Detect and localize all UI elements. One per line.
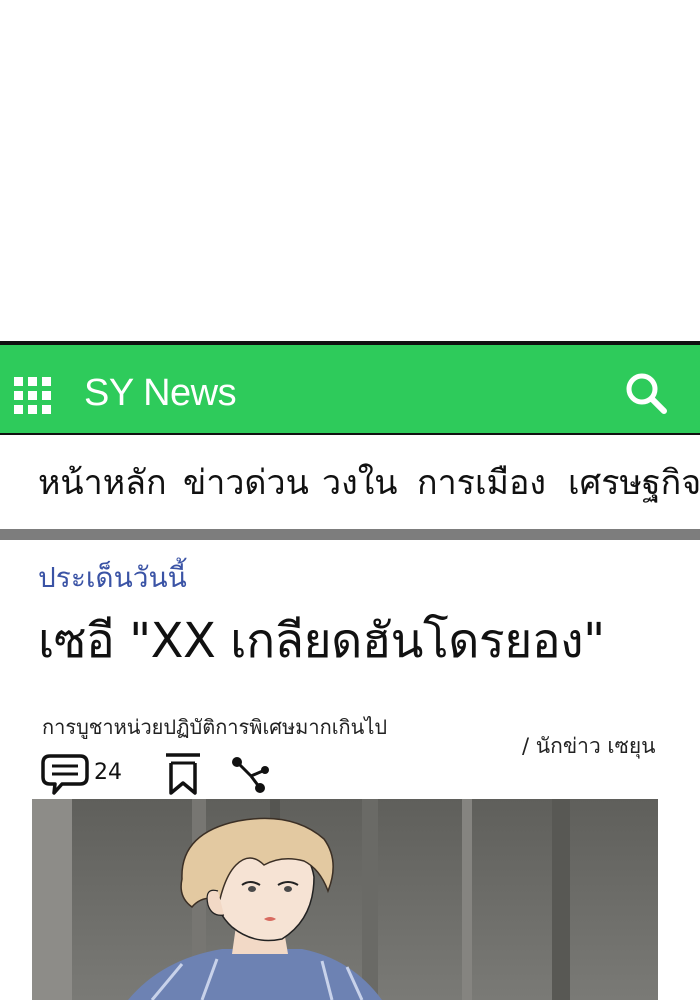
grid-menu-icon[interactable] (14, 377, 52, 415)
app-header: SY News (0, 341, 700, 435)
category-nav: หน้าหลัก ข่าวด่วน วงใน การเมือง เศรษฐกิจ (0, 435, 700, 531)
nav-item-breaking[interactable]: ข่าวด่วน (183, 463, 309, 503)
article-subhead: การบูชาหน่วยปฏิบัติการพิเศษมากเกินไป (42, 715, 388, 739)
article-image[interactable] (32, 799, 658, 1000)
comment-count: 24 (94, 760, 122, 785)
brand-logo-text[interactable]: SY News (84, 371, 237, 415)
article-headline: เซอี "XX เกลียดฮันโดรยอง" (38, 613, 605, 669)
bookmark-icon[interactable] (164, 752, 202, 796)
nav-item-home[interactable]: หน้าหลัก (38, 463, 167, 503)
nav-item-economy[interactable]: เศรษฐกิจ (568, 463, 700, 503)
article-kicker[interactable]: ประเด็นวันนี้ (38, 560, 187, 596)
comment-icon[interactable] (40, 752, 90, 796)
nav-item-insider[interactable]: วงใน (322, 463, 398, 503)
blank-panel-space (0, 0, 700, 340)
illustration-man-portrait (32, 799, 658, 1000)
article-actions: 24 (40, 752, 300, 796)
nav-divider (0, 529, 700, 540)
search-icon[interactable] (624, 371, 668, 415)
nav-item-politics[interactable]: การเมือง (417, 463, 546, 503)
share-icon[interactable] (230, 754, 272, 794)
article-byline: / นักข่าว เซยุน (522, 734, 656, 758)
